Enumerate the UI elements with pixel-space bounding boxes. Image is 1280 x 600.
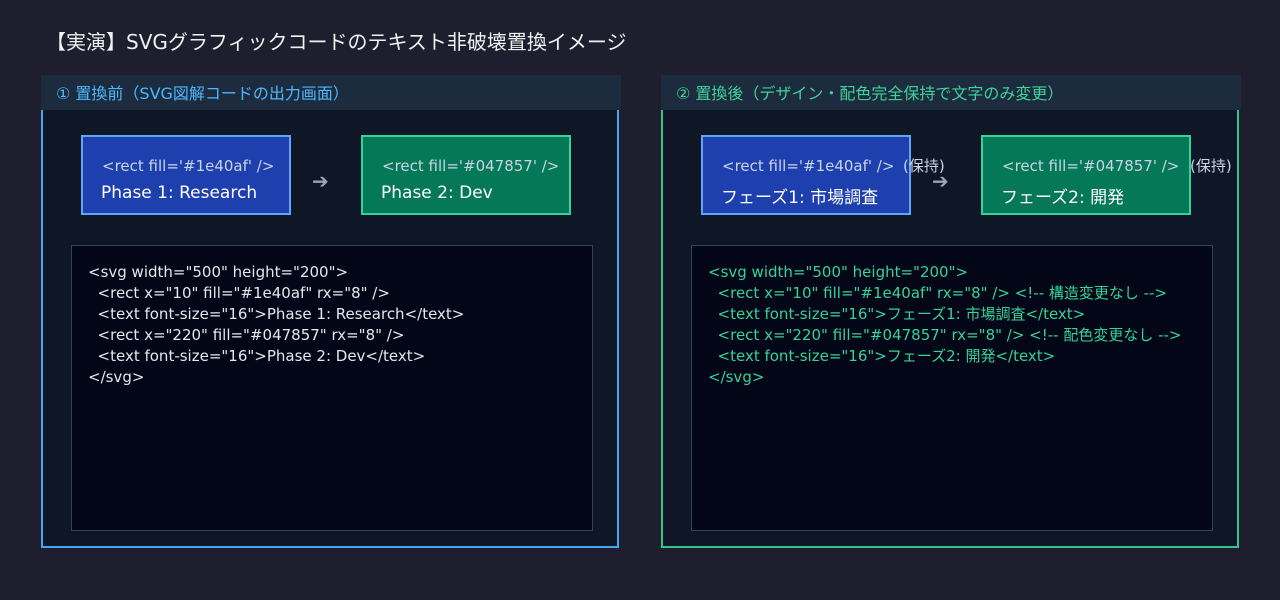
code-line: <svg width="500" height="200"> (708, 263, 969, 281)
page-title: 【実演】SVGグラフィックコードのテキスト非破壊置換イメージ (46, 30, 627, 54)
before-node-phase2: <rect fill='#047857' /> Phase 2: Dev (361, 135, 571, 215)
after-panel: ② 置換後（デザイン・配色完全保持で文字のみ変更） <rect fill='#1… (661, 75, 1241, 548)
code-line: </svg> (88, 368, 145, 386)
after-node-phase1: <rect fill='#1e40af' /> フェーズ1: 市場調査 (701, 135, 911, 215)
code-line: <rect x="220" fill="#047857" rx="8" /> <… (708, 326, 1182, 344)
after-node-phase2-code: <rect fill='#047857' /> (1002, 157, 1180, 175)
before-code-block: <svg width="500" height="200"> <rect x="… (71, 245, 593, 531)
code-line: <text font-size="16">Phase 2: Dev</text> (88, 347, 426, 365)
after-panel-header: ② 置換後（デザイン・配色完全保持で文字のみ変更） (661, 75, 1241, 110)
code-line: </svg> (708, 368, 765, 386)
code-line: <text font-size="16">Phase 1: Research</… (88, 305, 465, 323)
before-node-phase1-label: Phase 1: Research (101, 183, 258, 203)
code-line: <rect x="10" fill="#1e40af" rx="8" /> (88, 284, 390, 302)
before-arrow-icon: ➔ (312, 169, 329, 193)
code-line: <text font-size="16">フェーズ2: 開発</text> (708, 347, 1056, 365)
after-node-phase1-code: <rect fill='#1e40af' /> (722, 157, 895, 175)
before-node-phase1: <rect fill='#1e40af' /> Phase 1: Researc… (81, 135, 291, 215)
after-node-phase2: <rect fill='#047857' /> フェーズ2: 開発 (981, 135, 1191, 215)
code-line: <text font-size="16">フェーズ1: 市場調査</text> (708, 305, 1086, 323)
code-line: <rect x="10" fill="#1e40af" rx="8" /> <!… (708, 284, 1168, 302)
after-arrow-icon: ➔ (932, 169, 949, 193)
code-line: <rect x="220" fill="#047857" rx="8" /> (88, 326, 405, 344)
before-node-phase1-code: <rect fill='#1e40af' /> (102, 157, 275, 175)
code-line: <svg width="500" height="200"> (88, 263, 349, 281)
before-node-phase2-label: Phase 2: Dev (381, 183, 493, 203)
after-node-phase2-label: フェーズ2: 開発 (1001, 188, 1125, 208)
after-node-phase1-label: フェーズ1: 市場調査 (721, 188, 879, 208)
before-node-phase2-code: <rect fill='#047857' /> (382, 157, 560, 175)
before-panel: ① 置換前（SVG図解コードの出力画面） <rect fill='#1e40af… (41, 75, 621, 548)
after-code-block: <svg width="500" height="200"> <rect x="… (691, 245, 1213, 531)
before-panel-header: ① 置換前（SVG図解コードの出力画面） (41, 75, 621, 110)
after-node-phase2-keep-note: (保持) (1190, 157, 1232, 175)
